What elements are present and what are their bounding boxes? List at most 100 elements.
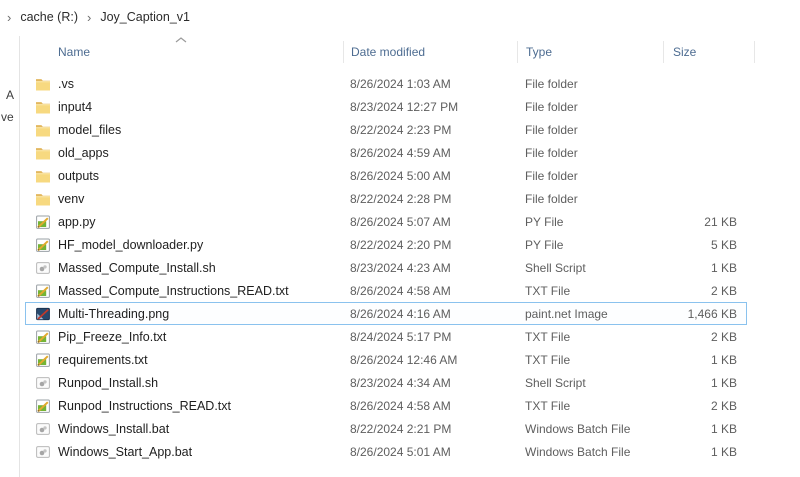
file-size: 21 KB — [704, 214, 737, 229]
file-type: TXT File — [525, 329, 571, 344]
table-row[interactable]: Massed_Compute_Instructions_READ.txt 8/2… — [25, 279, 747, 302]
script-icon — [35, 375, 51, 391]
file-name: old_apps — [58, 145, 109, 160]
file-name: Windows_Start_App.bat — [58, 444, 193, 459]
file-name: Multi-Threading.png — [58, 306, 170, 321]
file-name: venv — [58, 191, 85, 206]
file-name: HF_model_downloader.py — [58, 237, 204, 252]
editor-icon — [35, 237, 51, 253]
file-name: requirements.txt — [58, 352, 148, 367]
column-header-name[interactable]: Name — [25, 41, 343, 63]
nav-item-fragment[interactable]: ve — [1, 110, 14, 124]
file-date-modified: 8/22/2024 2:20 PM — [350, 237, 452, 252]
file-date-modified: 8/26/2024 5:07 AM — [350, 214, 451, 229]
file-size: 2 KB — [710, 283, 737, 298]
file-date-modified: 8/26/2024 1:03 AM — [350, 76, 451, 91]
file-type: PY File — [525, 237, 564, 252]
paintnet-icon — [35, 306, 51, 322]
file-type: paint.net Image — [525, 306, 608, 321]
file-type: Shell Script — [525, 375, 586, 390]
nav-pane-divider — [19, 36, 20, 477]
file-size: 2 KB — [710, 329, 737, 344]
table-row[interactable]: Pip_Freeze_Info.txt 8/24/2024 5:17 PM TX… — [25, 325, 747, 348]
folder-icon — [35, 122, 51, 138]
file-type: TXT File — [525, 352, 571, 367]
file-name: Windows_Install.bat — [58, 421, 170, 436]
table-row[interactable]: venv 8/22/2024 2:28 PM File folder — [25, 187, 747, 210]
file-date-modified: 8/26/2024 12:46 AM — [350, 352, 458, 367]
chevron-right-icon[interactable]: › — [80, 11, 98, 24]
table-row[interactable]: HF_model_downloader.py 8/22/2024 2:20 PM… — [25, 233, 747, 256]
file-date-modified: 8/26/2024 4:16 AM — [350, 306, 451, 321]
file-type: File folder — [525, 99, 578, 114]
file-date-modified: 8/26/2024 4:59 AM — [350, 145, 451, 160]
folder-icon — [35, 99, 51, 115]
table-row[interactable]: Runpod_Install.sh 8/23/2024 4:34 AM Shel… — [25, 371, 747, 394]
file-name: outputs — [58, 168, 100, 183]
file-name: Runpod_Install.sh — [58, 375, 159, 390]
breadcrumb-item-folder[interactable]: Joy_Caption_v1 — [98, 8, 192, 26]
file-size: 1 KB — [710, 375, 737, 390]
file-type: File folder — [525, 168, 578, 183]
table-row[interactable]: Windows_Start_App.bat 8/26/2024 5:01 AM … — [25, 440, 747, 463]
file-size: 5 KB — [710, 237, 737, 252]
table-row[interactable]: Windows_Install.bat 8/22/2024 2:21 PM Wi… — [25, 417, 747, 440]
file-type: File folder — [525, 191, 578, 206]
file-name: Runpod_Instructions_READ.txt — [58, 398, 232, 413]
folder-icon — [35, 191, 51, 207]
file-date-modified: 8/26/2024 5:01 AM — [350, 444, 451, 459]
nav-item-fragment[interactable]: A — [6, 88, 14, 102]
file-type: File folder — [525, 122, 578, 137]
file-name: Massed_Compute_Instructions_READ.txt — [58, 283, 289, 298]
editor-icon — [35, 329, 51, 345]
breadcrumb-item-drive[interactable]: cache (R:) — [18, 8, 80, 26]
file-date-modified: 8/26/2024 4:58 AM — [350, 283, 451, 298]
file-name: model_files — [58, 122, 122, 137]
file-size: 1 KB — [710, 352, 737, 367]
file-date-modified: 8/23/2024 4:34 AM — [350, 375, 451, 390]
table-row[interactable]: model_files 8/22/2024 2:23 PM File folde… — [25, 118, 747, 141]
table-row[interactable]: .vs 8/26/2024 1:03 AM File folder — [25, 72, 747, 95]
file-type: Windows Batch File — [525, 421, 631, 436]
file-type: PY File — [525, 214, 564, 229]
file-name: .vs — [58, 76, 74, 91]
file-date-modified: 8/22/2024 2:28 PM — [350, 191, 452, 206]
script-icon — [35, 421, 51, 437]
table-row[interactable]: Multi-Threading.png 8/26/2024 4:16 AM pa… — [25, 302, 747, 325]
file-type: TXT File — [525, 398, 571, 413]
file-date-modified: 8/26/2024 5:00 AM — [350, 168, 451, 183]
file-size: 1 KB — [710, 421, 737, 436]
table-row[interactable]: requirements.txt 8/26/2024 12:46 AM TXT … — [25, 348, 747, 371]
file-type: File folder — [525, 76, 578, 91]
folder-icon — [35, 76, 51, 92]
table-row[interactable]: input4 8/23/2024 12:27 PM File folder — [25, 95, 747, 118]
file-type: File folder — [525, 145, 578, 160]
file-date-modified: 8/22/2024 2:23 PM — [350, 122, 452, 137]
file-size: 1,466 KB — [687, 306, 737, 321]
file-date-modified: 8/24/2024 5:17 PM — [350, 329, 452, 344]
column-header-size[interactable]: Size — [663, 41, 755, 63]
editor-icon — [35, 398, 51, 414]
file-date-modified: 8/22/2024 2:21 PM — [350, 421, 452, 436]
file-size: 2 KB — [710, 398, 737, 413]
file-name: Pip_Freeze_Info.txt — [58, 329, 167, 344]
folder-icon — [35, 168, 51, 184]
editor-icon — [35, 283, 51, 299]
table-row[interactable]: old_apps 8/26/2024 4:59 AM File folder — [25, 141, 747, 164]
file-date-modified: 8/23/2024 4:23 AM — [350, 260, 451, 275]
table-row[interactable]: outputs 8/26/2024 5:00 AM File folder — [25, 164, 747, 187]
sort-ascending-icon — [175, 32, 187, 43]
file-list: .vs 8/26/2024 1:03 AM File folder input4… — [25, 72, 747, 463]
editor-icon — [35, 214, 51, 230]
file-name: Massed_Compute_Install.sh — [58, 260, 216, 275]
table-row[interactable]: Massed_Compute_Install.sh 8/23/2024 4:23… — [25, 256, 747, 279]
table-row[interactable]: Runpod_Instructions_READ.txt 8/26/2024 4… — [25, 394, 747, 417]
file-size: 1 KB — [710, 444, 737, 459]
file-size: 1 KB — [710, 260, 737, 275]
file-name: app.py — [58, 214, 96, 229]
column-header-type[interactable]: Type — [517, 41, 663, 63]
chevron-right-icon[interactable]: › — [0, 11, 18, 24]
script-icon — [35, 260, 51, 276]
table-row[interactable]: app.py 8/26/2024 5:07 AM PY File 21 KB — [25, 210, 747, 233]
column-header-date-modified[interactable]: Date modified — [343, 41, 517, 63]
